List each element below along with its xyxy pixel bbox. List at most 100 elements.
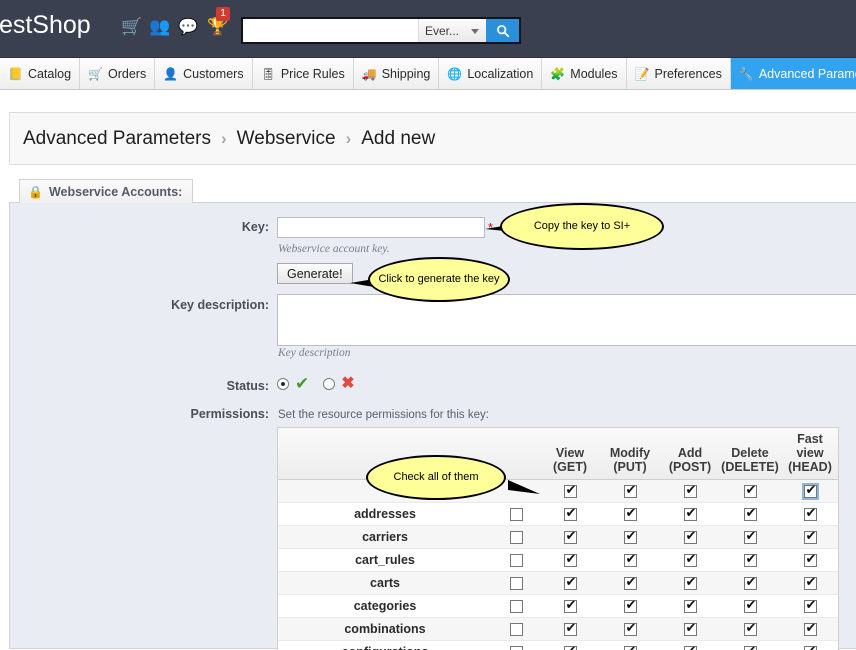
permission-checkbox[interactable] xyxy=(804,577,817,590)
search-button[interactable] xyxy=(486,19,519,42)
permission-checkbox[interactable] xyxy=(624,508,637,521)
key-description-label: Key description: xyxy=(121,298,269,312)
permission-checkbox[interactable] xyxy=(564,600,577,613)
nav-tab-customers[interactable]: 👤Customers xyxy=(155,58,252,90)
permissions-table-row: combinations xyxy=(278,618,839,641)
permission-checkbox[interactable] xyxy=(624,577,637,590)
status-enabled-radio[interactable] xyxy=(277,378,289,390)
resource-name-cell: cart_rules xyxy=(278,549,492,572)
permission-checkbox[interactable] xyxy=(564,508,577,521)
permission-checkbox[interactable] xyxy=(564,577,577,590)
permission-checkbox[interactable] xyxy=(624,646,637,650)
resource-name-cell: carriers xyxy=(278,526,492,549)
permission-checkbox[interactable] xyxy=(744,600,757,613)
cart-icon[interactable]: 🛒 xyxy=(121,18,142,35)
row-select-all-checkbox[interactable] xyxy=(510,623,523,636)
key-input[interactable] xyxy=(277,217,485,238)
permission-checkbox[interactable] xyxy=(684,508,697,521)
nav-tab-preferences[interactable]: 📝Preferences xyxy=(627,58,731,90)
nav-tab-advanced-parameters[interactable]: 🔧Advanced Parameters xyxy=(731,58,856,90)
nav-tab-orders[interactable]: 🛒Orders xyxy=(80,58,155,90)
permission-checkbox[interactable] xyxy=(684,577,697,590)
breadcrumb-item-1[interactable]: Webservice xyxy=(237,128,336,150)
nav-tab-shipping[interactable]: 🚚Shipping xyxy=(354,58,440,90)
breadcrumb-item-0[interactable]: Advanced Parameters xyxy=(23,128,211,150)
permission-checkbox[interactable] xyxy=(744,531,757,544)
permission-checkbox[interactable] xyxy=(804,554,817,567)
permission-cell xyxy=(660,480,720,503)
row-select-all-cell xyxy=(492,595,540,618)
status-disabled-radio[interactable] xyxy=(323,378,335,390)
permission-checkbox[interactable] xyxy=(564,485,577,498)
nav-tab-catalog[interactable]: 📒Catalog xyxy=(0,58,80,90)
permission-checkbox[interactable] xyxy=(804,485,817,498)
permission-checkbox[interactable] xyxy=(684,485,697,498)
permission-checkbox[interactable] xyxy=(684,600,697,613)
price-rules-icon: 🎚 xyxy=(261,68,276,80)
generate-key-callout: Click to generate the key xyxy=(368,257,510,302)
generate-key-button[interactable]: Generate! xyxy=(277,263,353,284)
permission-cell xyxy=(660,549,720,572)
permission-cell xyxy=(780,595,839,618)
permission-checkbox[interactable] xyxy=(744,646,757,650)
row-select-all-checkbox[interactable] xyxy=(510,531,523,544)
row-select-all-checkbox[interactable] xyxy=(510,508,523,521)
permission-checkbox[interactable] xyxy=(744,508,757,521)
nav-tab-label: Preferences xyxy=(654,67,721,81)
permission-checkbox[interactable] xyxy=(804,600,817,613)
permission-cell xyxy=(540,618,600,641)
row-select-all-cell xyxy=(492,549,540,572)
permissions-table-row: carriers xyxy=(278,526,839,549)
permission-checkbox[interactable] xyxy=(684,646,697,650)
permission-checkbox[interactable] xyxy=(804,508,817,521)
key-description-textarea[interactable] xyxy=(277,294,856,346)
customers-icon[interactable]: 👥 xyxy=(149,18,170,35)
column-header-add: Add(POST) xyxy=(660,428,720,480)
permission-checkbox[interactable] xyxy=(804,623,817,636)
messages-icon[interactable]: 💬 xyxy=(178,19,198,36)
row-select-all-cell xyxy=(492,618,540,641)
row-select-all-cell xyxy=(492,503,540,526)
nav-tab-localization[interactable]: 🌐Localization xyxy=(439,58,542,90)
permission-checkbox[interactable] xyxy=(744,623,757,636)
permission-cell xyxy=(780,572,839,595)
permission-checkbox[interactable] xyxy=(624,485,637,498)
permission-checkbox[interactable] xyxy=(684,623,697,636)
nav-tab-modules[interactable]: 🧩Modules xyxy=(542,58,626,90)
permission-checkbox[interactable] xyxy=(804,646,817,650)
permission-cell xyxy=(600,572,660,595)
permission-checkbox[interactable] xyxy=(684,554,697,567)
row-select-all-checkbox[interactable] xyxy=(510,600,523,613)
row-select-all-checkbox[interactable] xyxy=(510,577,523,590)
permission-checkbox[interactable] xyxy=(624,531,637,544)
permission-cell xyxy=(600,526,660,549)
global-search: Ever... xyxy=(241,17,521,44)
row-select-all-checkbox[interactable] xyxy=(510,554,523,567)
permission-checkbox[interactable] xyxy=(564,623,577,636)
permission-cell xyxy=(780,549,839,572)
top-header-bar: testShop 🛒 👥 💬 🏆 1 Ever... xyxy=(0,0,856,58)
permission-checkbox[interactable] xyxy=(624,554,637,567)
permission-checkbox[interactable] xyxy=(744,554,757,567)
permission-checkbox[interactable] xyxy=(624,623,637,636)
permission-checkbox[interactable] xyxy=(564,531,577,544)
search-scope-select[interactable]: Ever... xyxy=(418,19,486,42)
permission-cell xyxy=(600,618,660,641)
permission-checkbox[interactable] xyxy=(564,646,577,650)
search-input[interactable] xyxy=(243,19,418,42)
permission-cell xyxy=(780,526,839,549)
permission-checkbox[interactable] xyxy=(804,531,817,544)
column-header-line: Modify xyxy=(600,446,660,460)
permission-checkbox[interactable] xyxy=(564,554,577,567)
nav-tab-price-rules[interactable]: 🎚Price Rules xyxy=(253,58,354,90)
permission-checkbox[interactable] xyxy=(684,531,697,544)
permissions-table-head: ResourceView(GET)Modify(PUT)Add(POST)Del… xyxy=(278,428,839,480)
permission-checkbox[interactable] xyxy=(624,600,637,613)
copy-key-callout: Copy the key to SI+ xyxy=(500,203,664,250)
row-select-all-checkbox[interactable] xyxy=(510,646,523,650)
column-header-line: (HEAD) xyxy=(780,460,839,474)
check-all-callout: Check all of them xyxy=(366,455,506,500)
permission-checkbox[interactable] xyxy=(744,577,757,590)
copy-key-callout-text: Copy the key to SI+ xyxy=(534,220,630,233)
permission-checkbox[interactable] xyxy=(744,485,757,498)
